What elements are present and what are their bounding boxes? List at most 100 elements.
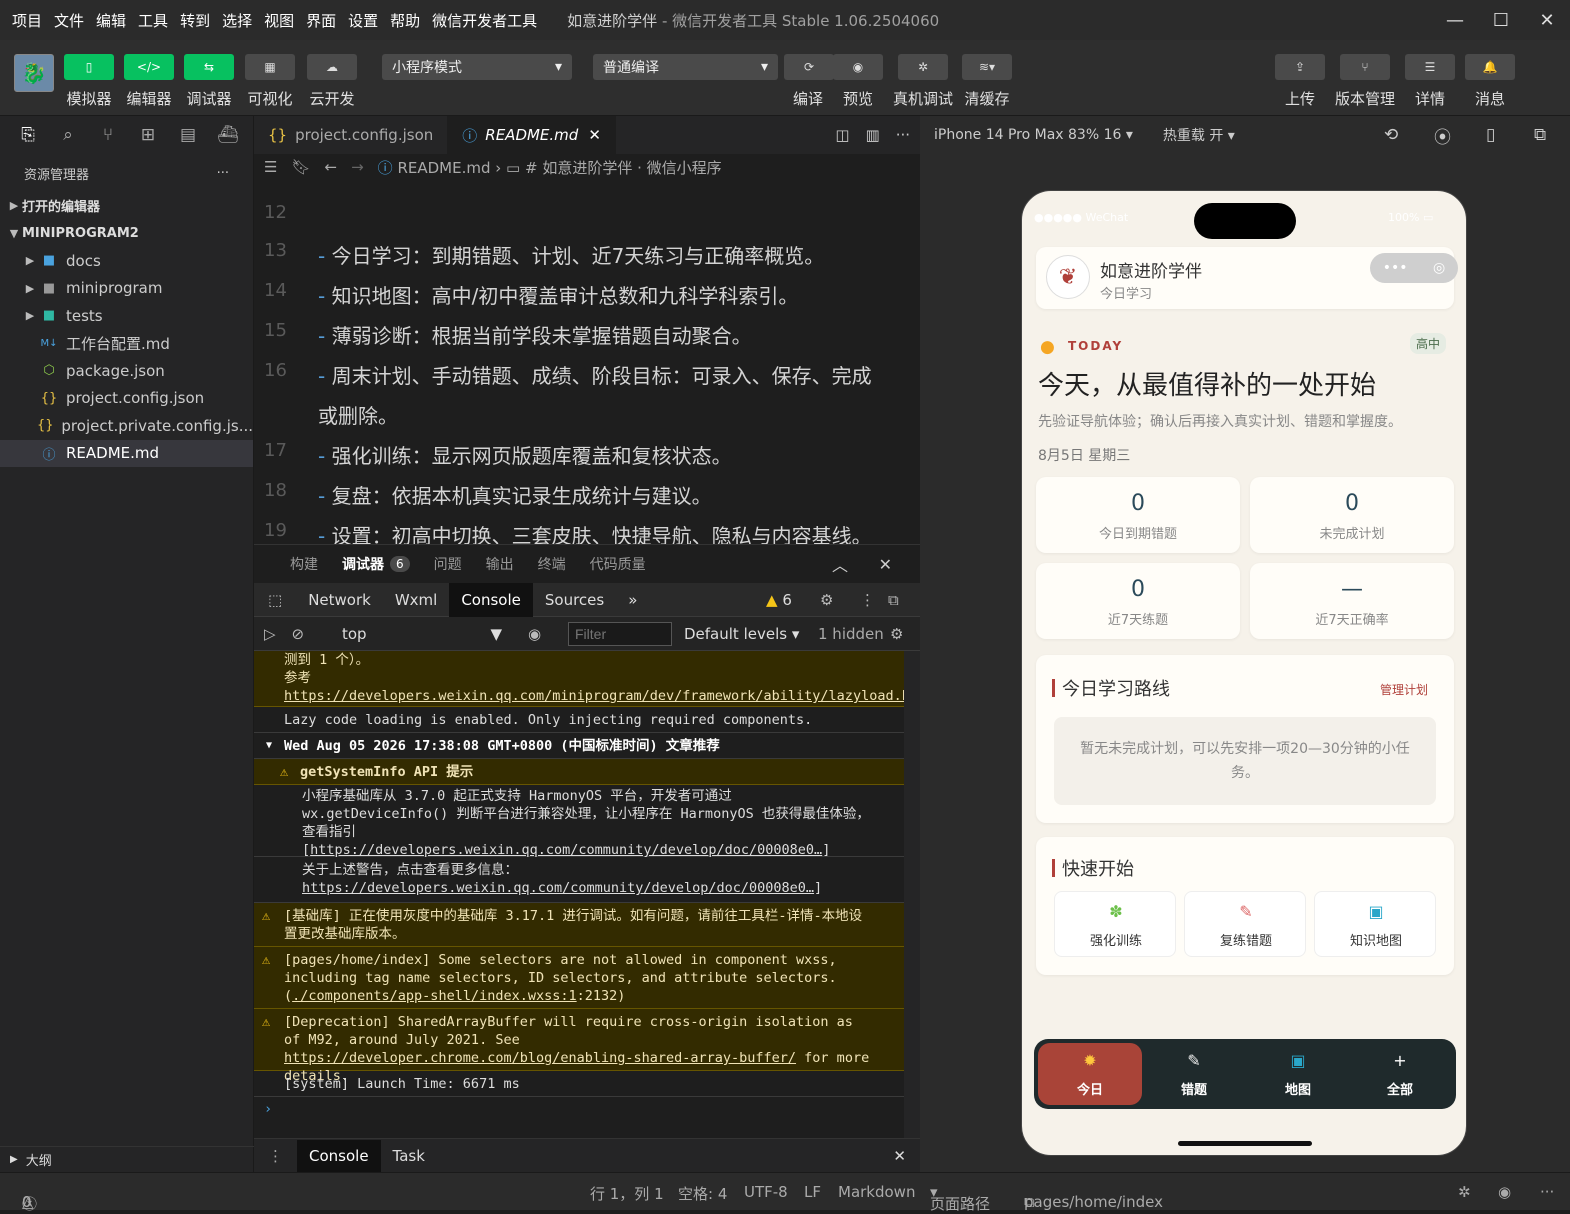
console-link[interactable]: https://developers.weixin.qq.com/communi… [310, 842, 822, 858]
more-icon[interactable]: ··· [1540, 1183, 1554, 1201]
menu-project[interactable]: 项目 [6, 10, 48, 31]
devtools-tab-sources[interactable]: Sources [533, 583, 616, 617]
cursor-position[interactable]: 行 1，列 1 [590, 1183, 664, 1204]
console-scrollbar[interactable] [904, 651, 920, 1139]
quick-item-review[interactable]: ✎ 复练错题 [1184, 891, 1306, 957]
tree-item-readme[interactable]: ⓘ README.md [0, 439, 253, 467]
filter-input[interactable] [568, 622, 672, 646]
menu-edit[interactable]: 编辑 [90, 10, 132, 31]
device-select[interactable]: iPhone 14 Pro Max 83% 16 ▾ [934, 127, 1133, 143]
messages-button[interactable]: 🔔 [1465, 54, 1515, 80]
files-icon[interactable]: ⎘ [8, 125, 48, 145]
quick-item-training[interactable]: ✽ 强化训练 [1054, 891, 1176, 957]
close-mini-icon[interactable]: ◎ [1433, 260, 1445, 276]
close-icon[interactable]: ✕ [588, 126, 601, 144]
line-ending[interactable]: LF [804, 1183, 821, 1201]
devtools-tab-network[interactable]: Network [296, 583, 383, 617]
compile-button[interactable]: ⟳ [784, 54, 834, 80]
maximize-icon[interactable]: ☐ [1478, 0, 1524, 40]
page-path-select[interactable]: 页面路径 ▾ [930, 1183, 990, 1213]
kebab-icon[interactable]: ⋮ [254, 1147, 297, 1165]
drawer-tab-console[interactable]: Console [297, 1139, 381, 1172]
visual-button[interactable]: ▦ [245, 54, 295, 80]
menu-goto[interactable]: 转到 [174, 10, 216, 31]
close-icon[interactable]: ✕ [893, 1147, 906, 1165]
list-icon[interactable]: ☰ [264, 158, 277, 176]
compile-mode-select[interactable]: 普通编译 ▾ [593, 54, 778, 80]
console-link[interactable]: ./components/app-shell/index.wxss:1 [292, 988, 576, 1004]
tab-code-quality[interactable]: 代码质量 [578, 554, 658, 574]
open-editors-section[interactable]: ▶ 打开的编辑器 [0, 192, 253, 220]
undock-icon[interactable]: ⧉ [888, 591, 899, 609]
chevron-up-icon[interactable]: ︿ [820, 552, 860, 576]
manage-plan-link[interactable]: 管理计划 [1380, 681, 1428, 698]
menu-file[interactable]: 文件 [48, 10, 90, 31]
editor-button[interactable]: </> [124, 54, 174, 80]
capsule-menu[interactable]: ••• ◎ [1370, 253, 1458, 283]
menu-tools[interactable]: 工具 [132, 10, 174, 31]
stat-card[interactable]: 0 未完成计划 [1250, 477, 1454, 553]
stat-card[interactable]: 0 今日到期错题 [1036, 477, 1240, 553]
code-editor[interactable]: 12 13- 今日学习：到期错题、计划、近7天练习与正确率概览。 14- 知识地… [254, 180, 904, 544]
tree-item-miniprogram[interactable]: ▶ ■ miniprogram [0, 275, 253, 303]
project-section[interactable]: ▼ MINIPROGRAM2 [0, 220, 253, 248]
avatar[interactable]: 🐉 [14, 54, 54, 92]
drawer-tab-task[interactable]: Task [381, 1147, 437, 1165]
docker-icon[interactable]: ⛴ [208, 125, 248, 145]
encoding[interactable]: UTF-8 [744, 1183, 788, 1201]
source-control-icon[interactable]: ⑂ [88, 125, 128, 145]
language-mode[interactable]: Markdown [838, 1183, 915, 1201]
menu-view[interactable]: 视图 [258, 10, 300, 31]
tab-readme[interactable]: ⓘ README.md ✕ [448, 116, 616, 154]
cloud-button[interactable]: ☁ [307, 54, 357, 80]
close-icon[interactable]: ✕ [867, 555, 904, 574]
chevron-down-icon[interactable]: ▼ [266, 737, 272, 755]
nav-item-mistakes[interactable]: ✎ 错题 [1142, 1043, 1246, 1105]
menu-help[interactable]: 帮助 [384, 10, 426, 31]
forward-icon[interactable]: → [351, 158, 364, 176]
tree-item-workbench-md[interactable]: M↓ 工作台配置.md [0, 330, 253, 358]
back-icon[interactable]: ← [325, 158, 338, 176]
stat-card[interactable]: 0 近7天练题 [1036, 563, 1240, 639]
tree-item-package-json[interactable]: ⬡ package.json [0, 357, 253, 385]
inspect-icon[interactable]: ⬚ [254, 591, 296, 609]
preview-button[interactable]: ◉ [833, 54, 883, 80]
kebab-icon[interactable]: ⋮ [860, 591, 875, 609]
stat-card[interactable]: — 近7天正确率 [1250, 563, 1454, 639]
tree-item-project-private-config[interactable]: {} project.private.config.js... [0, 412, 253, 440]
outline-section[interactable]: ▶ 大纲 [0, 1146, 254, 1172]
tab-output[interactable]: 输出 [474, 554, 526, 574]
breadcrumb-file[interactable]: README.md [397, 159, 490, 177]
debugger-button[interactable]: ⇆ [184, 54, 234, 80]
details-button[interactable]: ☰ [1405, 54, 1455, 80]
tab-project-config[interactable]: {} project.config.json [254, 116, 449, 154]
nav-item-today[interactable]: ✹ 今日 [1038, 1043, 1142, 1105]
save-icon[interactable]: ▤ [168, 125, 208, 145]
more-icon[interactable]: ··· [896, 126, 910, 144]
remote-debug-button[interactable]: ✲ [898, 54, 948, 80]
gear-icon[interactable]: ⚙ [820, 591, 833, 609]
split-editor-icon[interactable]: ▥ [866, 126, 880, 144]
warning-count[interactable]: ▲ 6 [766, 591, 792, 609]
tab-debugger[interactable]: 调试器 [330, 554, 396, 574]
console-link[interactable]: https://developers.weixin.qq.com/communi… [302, 880, 814, 896]
tree-item-docs[interactable]: ▶ ■ docs [0, 247, 253, 275]
sidebar-toggle-icon[interactable]: ▷ [254, 625, 286, 643]
search-icon[interactable]: ⌕ [48, 125, 88, 145]
minimize-icon[interactable]: — [1432, 0, 1478, 40]
more-dots-icon[interactable]: ••• [1383, 260, 1408, 276]
eye-icon[interactable]: ◉ [1498, 1183, 1511, 1201]
menu-select[interactable]: 选择 [216, 10, 258, 31]
eye-icon[interactable]: ◉ [528, 625, 541, 643]
console-output[interactable]: 测到 1 个）。 参考 https://developers.weixin.qq.… [254, 651, 904, 1139]
preview-side-icon[interactable]: ◫ [835, 126, 849, 144]
copy-icon[interactable]: ⧉ [1024, 1193, 1035, 1211]
console-link[interactable]: https://developers.weixin.qq.com/minipro… [284, 688, 904, 704]
clear-cache-button[interactable]: ≋▾ [962, 54, 1012, 80]
hot-reload-toggle[interactable]: 热重载 开 ▾ [1163, 125, 1235, 145]
clear-console-icon[interactable]: ⊘ [286, 625, 311, 643]
record-icon[interactable]: ⦿ [1434, 123, 1451, 148]
context-select[interactable]: top ▼ [342, 625, 502, 643]
nav-item-map[interactable]: ▣ 地图 [1246, 1043, 1350, 1105]
level-badge[interactable]: 高中 [1410, 333, 1447, 354]
